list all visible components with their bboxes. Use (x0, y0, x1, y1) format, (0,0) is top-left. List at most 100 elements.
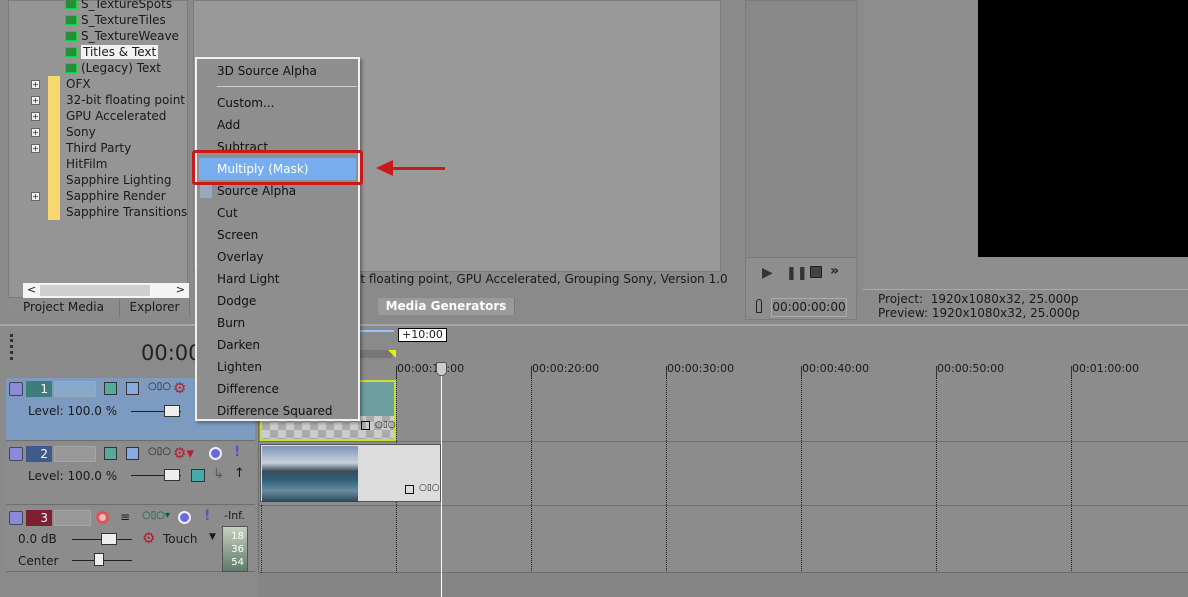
collapse-icon[interactable] (9, 382, 23, 396)
menu-item[interactable]: Difference (217, 379, 279, 399)
menu-item[interactable]: Burn (217, 313, 245, 333)
ruler-label: 00:00:30:00 (667, 362, 735, 375)
tree-item-label: Sapphire Transitions (66, 205, 187, 219)
scroll-left-icon[interactable]: < (27, 283, 36, 296)
loop-region-bar[interactable] (358, 330, 394, 332)
expand-icon[interactable]: + (31, 192, 40, 201)
tree-item[interactable]: HitFilm (31, 156, 107, 172)
folder-icon (48, 124, 60, 140)
menu-item[interactable]: Difference Squared (217, 401, 333, 421)
mute-icon[interactable] (178, 511, 191, 524)
tree-item[interactable]: (Legacy) Text (65, 60, 161, 76)
menu-item[interactable]: Dodge (217, 291, 256, 311)
play-button[interactable]: ▶ (762, 265, 773, 281)
track-name-field[interactable] (54, 510, 91, 526)
track-name-field[interactable] (54, 446, 96, 462)
status-text: it floating point, GPU Accelerated, Grou… (357, 272, 728, 286)
slider-thumb[interactable] (94, 553, 104, 566)
crop-icon[interactable] (405, 485, 414, 494)
gear-icon[interactable]: ⚙ (142, 529, 155, 547)
fast-forward-button[interactable]: » (830, 263, 839, 279)
track-fx-icon[interactable]: ○▯○▾ (142, 510, 170, 521)
tree-item[interactable]: Sapphire Transitions (31, 204, 187, 220)
tree-item[interactable]: + Sapphire Render (31, 188, 166, 204)
plugin-icon (65, 63, 77, 73)
folder-icon (48, 172, 60, 188)
parent-icon[interactable] (126, 382, 139, 395)
tree-item[interactable]: + Sony (31, 124, 96, 140)
compositing-parent-icon[interactable]: ↑ (234, 466, 245, 481)
collapse-icon[interactable] (9, 511, 23, 525)
gear-icon[interactable]: ⚙▾ (173, 444, 194, 462)
slider-thumb[interactable] (101, 533, 117, 545)
alpha-icon[interactable] (191, 469, 205, 482)
solo-icon[interactable]: ! (204, 508, 210, 524)
expand-icon[interactable]: + (31, 80, 40, 89)
mute-icon[interactable] (209, 447, 222, 460)
tree-item[interactable]: Sapphire Lighting (31, 172, 172, 188)
collapse-icon[interactable] (9, 447, 23, 461)
chevron-down-icon[interactable]: ▼ (209, 532, 216, 542)
track-header-2[interactable]: 2 ○▯○ ⚙▾ ! Level: 100.0 % ↳ ↑ (6, 443, 255, 505)
clip-track-2[interactable]: ○▯○ (260, 444, 441, 502)
loop-end-marker[interactable] (388, 350, 396, 358)
event-fx-icon[interactable]: ○▯○ (419, 483, 440, 493)
tab-project-media[interactable]: Project Media (8, 299, 120, 316)
tree-item-label: OFX (66, 77, 91, 91)
menu-item[interactable]: Darken (217, 335, 260, 355)
automation-mode[interactable]: Touch (163, 532, 197, 546)
marker-icon[interactable] (756, 299, 762, 313)
tree-item[interactable]: Titles & Text (65, 44, 159, 60)
meter-tick: 54 (231, 557, 244, 568)
slider-thumb[interactable] (164, 469, 180, 481)
ruler-label: 00:00:20:00 (532, 362, 600, 375)
expand-icon[interactable]: + (31, 112, 40, 121)
tab-media-generators[interactable]: Media Generators (378, 298, 515, 315)
menu-item[interactable]: Screen (217, 225, 258, 245)
scroll-right-icon[interactable]: > (176, 283, 185, 296)
menu-item[interactable]: 3D Source Alpha (217, 61, 317, 81)
track-name-field[interactable] (54, 381, 96, 397)
track-fx-icon[interactable]: ○▯○ (148, 381, 171, 392)
menu-item[interactable]: Cut (217, 203, 238, 223)
tree-item[interactable]: + OFX (31, 76, 91, 92)
track-header-3[interactable]: 3 ≡ ○▯○▾ ! -Inf. 0.0 dB ⚙ Touch ▼ Center… (6, 507, 255, 572)
solo-icon[interactable]: ! (234, 444, 240, 460)
scroll-thumb[interactable] (40, 285, 150, 296)
menu-item[interactable]: Hard Light (217, 269, 279, 289)
tree-item[interactable]: +32-bit floating point (31, 92, 185, 108)
tab-explorer[interactable]: Explorer (120, 299, 190, 316)
invert-phase-icon[interactable]: ≡ (120, 510, 130, 524)
menu-item[interactable]: Custom... (217, 93, 274, 113)
tree-item[interactable]: S_TextureWeave (65, 28, 179, 44)
track-number: 3 (26, 510, 52, 526)
menu-item[interactable]: Overlay (217, 247, 264, 267)
tree-item[interactable]: S_TextureTiles (65, 12, 166, 28)
event-fx-icon[interactable]: ○▯○ (375, 420, 396, 430)
tree-item[interactable]: S_TextureSpots (65, 0, 172, 12)
tree-item[interactable]: + GPU Accelerated (31, 108, 166, 124)
composite-mode-icon[interactable] (104, 447, 117, 460)
compositing-child-icon[interactable]: ↳ (213, 467, 224, 482)
expand-icon[interactable]: + (31, 96, 40, 105)
drag-handle[interactable] (10, 334, 13, 360)
playhead-handle[interactable] (436, 362, 447, 376)
parent-icon[interactable] (126, 447, 139, 460)
ruler-tick (801, 366, 802, 378)
menu-item[interactable]: Lighten (217, 357, 262, 377)
tree-item-label: S_TextureTiles (81, 13, 166, 27)
gear-icon[interactable]: ⚙ (173, 379, 186, 397)
tree-item[interactable]: + Third Party (31, 140, 131, 156)
pause-button[interactable]: ❚❚ (786, 266, 808, 281)
stop-button[interactable] (810, 266, 822, 278)
arm-record-icon[interactable] (96, 511, 109, 524)
horizontal-scrollbar[interactable]: < > (23, 283, 189, 298)
expand-icon[interactable]: + (31, 128, 40, 137)
expand-icon[interactable]: + (31, 144, 40, 153)
menu-item[interactable]: Add (217, 115, 240, 135)
playhead[interactable] (441, 364, 442, 597)
slider-thumb[interactable] (164, 405, 180, 417)
composite-mode-icon[interactable] (104, 382, 117, 395)
crop-icon[interactable] (361, 421, 370, 430)
track-fx-icon[interactable]: ○▯○ (148, 446, 171, 457)
